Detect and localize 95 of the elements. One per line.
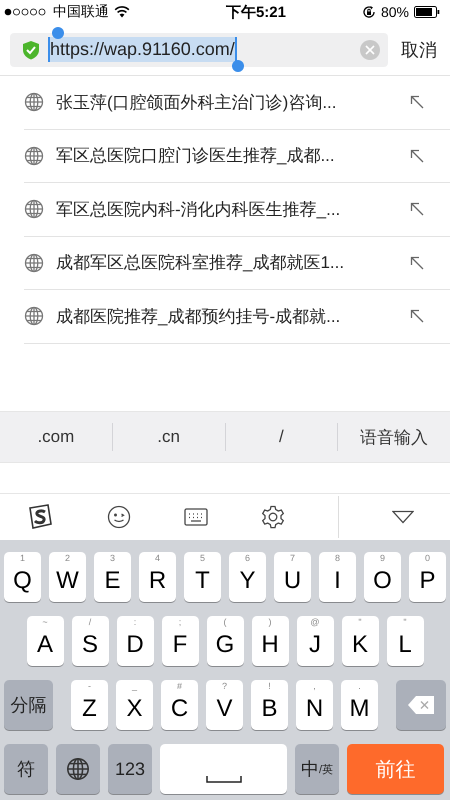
letter-key[interactable]: 7 U (274, 552, 311, 602)
letter-key[interactable]: 5 T (184, 552, 221, 602)
letter-key[interactable]: 0 P (409, 552, 446, 602)
key-hint: " (402, 618, 408, 627)
key-hint: _ (130, 682, 138, 691)
letter-key[interactable]: _ X (116, 680, 153, 730)
letter-key[interactable]: # C (161, 680, 198, 730)
arrow-icon[interactable] (410, 148, 424, 163)
url-field[interactable]: https://wap.91160.com/ (10, 32, 388, 66)
key-hint: ! (267, 682, 272, 691)
letter-key[interactable]: @ J (296, 616, 334, 666)
function-key[interactable]: 分隔 (4, 680, 53, 730)
letter-key[interactable]: 9 O (364, 552, 401, 602)
logo-icon[interactable] (26, 503, 54, 531)
shield-check-icon (22, 40, 40, 60)
key-hint: ( (222, 618, 228, 627)
letter-key[interactable]: : D (116, 616, 154, 666)
suggestion-item[interactable]: 军区总医院口腔门诊医生推荐_成都... (24, 130, 450, 183)
wifi-icon (114, 6, 130, 18)
key-hint: 8 (334, 554, 341, 563)
key-hint: @ (309, 618, 321, 627)
key-hint: 5 (198, 554, 206, 563)
letter-key[interactable]: ? V (206, 680, 243, 730)
quick-input-button[interactable]: .com (0, 419, 112, 455)
function-key[interactable]: 123 (108, 744, 152, 794)
letter-key[interactable]: ) H (252, 616, 288, 666)
key-hint: 4 (154, 554, 161, 563)
quick-input-button[interactable]: / (226, 419, 338, 455)
letter-key[interactable]: 2 W (49, 552, 86, 602)
globe-icon (24, 306, 44, 326)
settings-icon[interactable] (260, 505, 285, 529)
suggestion-item[interactable]: 成都医院推荐_成都预约挂号-成都就... (24, 290, 450, 344)
letter-key[interactable]: , N (296, 680, 333, 730)
globe-icon (24, 252, 44, 273)
globe-icon (66, 757, 90, 781)
key-hint: 7 (288, 554, 296, 563)
letter-key[interactable]: 4 R (139, 552, 176, 602)
function-key[interactable]: 符 (4, 744, 48, 794)
battery-icon (414, 6, 440, 18)
collapse-icon[interactable] (392, 510, 414, 524)
letter-key[interactable]: ; F (162, 616, 198, 666)
clock-time: 下午5:21 (226, 2, 286, 22)
battery-percent: 80% (380, 4, 409, 20)
key-hint: , (312, 682, 317, 691)
keyboard-icon[interactable] (184, 508, 208, 526)
key-hint: " (357, 618, 363, 627)
selection-handle[interactable] (232, 60, 244, 72)
key-hint: 6 (244, 554, 251, 563)
quick-input-button[interactable]: 语音输入 (338, 419, 450, 455)
key-hint: 9 (378, 554, 386, 563)
letter-key[interactable]: - Z (71, 680, 108, 730)
selection-handle[interactable] (52, 27, 64, 39)
key-hint: : (132, 618, 138, 627)
suggestion-item[interactable]: 张玉萍(口腔颌面外科主治门诊)咨询... (24, 76, 450, 130)
key-hint: ) (268, 618, 272, 627)
globe-key[interactable] (56, 744, 100, 794)
quick-input-button[interactable]: .cn (112, 419, 224, 455)
globe-icon (24, 199, 44, 220)
signal-icon (4, 8, 48, 16)
letter-key[interactable]: . M (341, 680, 378, 730)
key-hint: 3 (108, 554, 116, 563)
suggestion-item[interactable]: 成都军区总医院科室推荐_成都就医1... (24, 236, 450, 290)
arrow-icon[interactable] (410, 202, 424, 216)
key-hint: - (87, 682, 92, 691)
globe-icon (24, 146, 44, 166)
suggestion-item[interactable]: 军区总医院内科-消化内科医生推荐_... (24, 183, 450, 236)
key-hint: . (357, 682, 362, 691)
letter-key[interactable]: ~ A (26, 616, 64, 666)
arrow-icon[interactable] (410, 309, 424, 324)
arrow-icon[interactable] (410, 95, 424, 110)
letter-key[interactable]: 6 Y (229, 552, 266, 602)
letter-key[interactable]: " K (342, 616, 378, 666)
letter-key[interactable]: 1 Q (4, 552, 41, 602)
letter-key[interactable]: 3 E (94, 552, 131, 602)
globe-icon (24, 92, 44, 112)
key-hint: 2 (64, 554, 71, 563)
cancel-button[interactable]: 取消 (388, 38, 450, 62)
arrow-icon[interactable] (410, 256, 424, 270)
key-hint: ~ (41, 618, 49, 627)
letter-key[interactable]: " L (386, 616, 424, 666)
key-hint: ; (178, 618, 182, 627)
letter-key[interactable]: ! B (251, 680, 288, 730)
backspace-icon (407, 695, 435, 715)
letter-key[interactable]: 8 I (319, 552, 356, 602)
key-hint: 1 (18, 554, 26, 563)
key-hint: / (88, 618, 92, 627)
key-hint: 0 (424, 554, 431, 563)
smiley-icon[interactable] (107, 505, 132, 529)
carrier-name: 中国联通 (53, 3, 109, 21)
letter-key[interactable]: ( G (206, 616, 244, 666)
key-hint: # (176, 682, 183, 691)
space-bar-icon (206, 775, 242, 783)
rotation-lock-icon (362, 5, 376, 19)
letter-key[interactable]: / S (72, 616, 108, 666)
key-hint: ? (220, 682, 228, 691)
